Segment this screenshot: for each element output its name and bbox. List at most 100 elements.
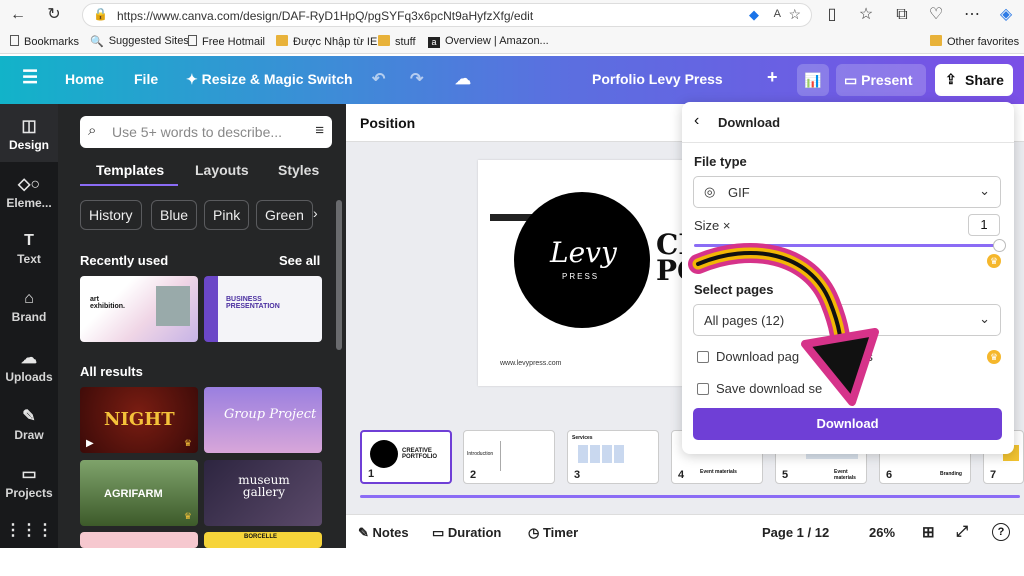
present-button[interactable]: ▭ Present [836,64,926,96]
page-indicator[interactable]: Page 1 / 12 [762,525,829,540]
design-icon: ◫ [21,118,37,135]
resize-button[interactable]: ✦ Resize & Magic Switch [186,71,353,88]
bookmark-amazon[interactable]: a Overview | Amazon... [428,35,549,48]
download-button[interactable]: Download [693,408,1002,440]
rail-brand[interactable]: ⌂ Brand [0,290,58,324]
template-thumb[interactable]: museum gallery [204,460,322,526]
template-thumb[interactable]: BORCELLE [204,532,322,548]
template-thumb[interactable]: art exhibition. [80,276,198,342]
chip-history[interactable]: History [80,200,142,230]
chip-blue[interactable]: Blue [151,200,198,230]
chip-green[interactable]: Green [256,200,313,230]
present-icon: ▭ [844,72,862,88]
annotation-arrow [688,243,879,406]
read-aloud-icon[interactable]: A [774,8,781,20]
timer-button[interactable]: ◷ Timer [528,525,578,541]
bookmark-other[interactable]: Other favorites [930,35,1019,48]
page-icon [188,35,197,46]
undo-icon[interactable]: ↶ [372,69,385,89]
sparkle-icon: ✦ [186,71,202,87]
favorite-star-icon[interactable]: ☆ [788,6,801,23]
template-search-input[interactable]: ⌕ Use 5+ words to describe... ≡ [80,116,332,148]
template-thumb[interactable] [80,532,198,548]
active-tab-indicator [80,184,178,186]
magic-search-icon: ⌕ [88,122,97,139]
home-button[interactable]: Home [65,71,104,87]
add-collaborator-icon[interactable]: + [767,67,778,88]
template-thumb[interactable]: Group Project [204,387,322,453]
editor-header: ☰ Home File ✦ Resize & Magic Switch ↶ ↷ … [0,56,1024,152]
tab-styles[interactable]: Styles [278,162,319,178]
collections-icon[interactable]: ⧉ [892,5,912,25]
page-thumb-2[interactable]: Introduction 2 [463,430,555,484]
rail-uploads[interactable]: ☁ Uploads [0,348,58,384]
help-icon[interactable]: ? [992,523,1010,541]
logo-circle: Levy PRESS [514,192,650,328]
panel-scrollbar[interactable] [336,200,342,350]
all-results-heading: All results [80,364,143,379]
folder-icon: ▭ [21,466,37,483]
favorites-icon[interactable]: ☆ [856,5,876,25]
refresh-icon[interactable]: ↻ [44,5,64,25]
timer-icon: ◷ [528,525,543,540]
more-icon[interactable]: ⋯ [962,5,982,25]
zoom-level[interactable]: 26% [869,525,895,540]
page-thumb-3[interactable]: Services 3 [567,430,659,484]
folder-icon [276,35,288,46]
template-thumb[interactable]: AGRIFARM ♛ [80,460,198,526]
cloud-sync-icon[interactable]: ☁ [455,69,471,89]
tab-templates[interactable]: Templates [96,162,164,178]
heart-icon[interactable]: ♡ [926,5,946,25]
timeline-scrollbar[interactable] [360,495,1020,498]
chevron-right-icon[interactable]: › [313,205,318,221]
bookmark-hotmail[interactable]: Free Hotmail [188,35,265,48]
image-grid [578,445,626,463]
rail-text[interactable]: T Text [0,232,58,266]
bookmark-suggested[interactable]: 🔍 Suggested Sites [90,35,189,48]
fullscreen-icon[interactable]: ⤢ [956,523,968,540]
bookmark-bookmarks[interactable]: Bookmarks [10,35,79,48]
share-button[interactable]: ⇪ Share [935,64,1013,96]
copilot-icon[interactable]: ◈ [996,5,1016,25]
tab-layouts[interactable]: Layouts [195,162,249,178]
address-bar[interactable]: 🔒 https://www.canva.com/design/DAF-RyD1H… [82,3,812,27]
logo-subtext: PRESS [562,272,600,281]
position-button[interactable]: Position [360,115,415,131]
notes-button[interactable]: ✎ Notes [358,525,409,541]
template-thumb[interactable]: BUSINESS PRESENTATION [204,276,322,342]
back-icon[interactable]: ← [8,5,28,25]
redo-icon[interactable]: ↷ [410,69,423,89]
see-all-link[interactable]: See all [279,253,320,268]
document-title[interactable]: Porfolio Levy Press [592,71,723,87]
back-chevron-icon[interactable]: ‹ [694,112,699,130]
rail-design[interactable]: ◫ Design [0,116,58,152]
size-label: Size × [694,218,731,233]
duration-button[interactable]: ▭ Duration [432,525,501,541]
search-icon: 🔍 [90,36,104,48]
brand-icon: ⌂ [24,290,34,307]
size-input[interactable]: 1 [968,214,1000,236]
tag-icon[interactable]: ◆ [749,7,759,23]
hamburger-icon[interactable]: ☰ [22,67,38,88]
apps-grid-icon[interactable]: ⋮⋮⋮ [0,520,58,542]
page-thumb-1[interactable]: CREATIVE PORTFOLIO 1 [360,430,452,484]
file-menu[interactable]: File [134,71,158,87]
chip-pink[interactable]: Pink [204,200,250,230]
analytics-icon[interactable]: 📊 [797,64,829,96]
slider-handle[interactable] [993,239,1006,252]
rail-elements[interactable]: ◇○ Eleme... [0,174,58,210]
file-type-label: File type [694,154,747,169]
design-page[interactable]: Levy PRESS CI PO www.levypress.com [478,160,708,386]
bookmark-ie[interactable]: Được Nhập từ IE [276,35,377,48]
text-icon: T [24,232,34,249]
template-thumb[interactable]: NIGHT ▶ ♛ [80,387,198,453]
grid-view-icon[interactable]: ⊞ [922,523,935,541]
file-type-select[interactable]: ◎ GIF ⌄ [693,176,1001,208]
split-screen-icon[interactable]: ▯ [822,5,842,25]
rail-draw[interactable]: ✎ Draw [0,406,58,442]
filter-icon[interactable]: ≡ [315,122,324,139]
bookmark-stuff[interactable]: stuff [378,35,416,48]
logo-text: Levy [550,236,617,269]
rail-projects[interactable]: ▭ Projects [0,464,58,500]
elements-icon: ◇○ [18,176,40,193]
